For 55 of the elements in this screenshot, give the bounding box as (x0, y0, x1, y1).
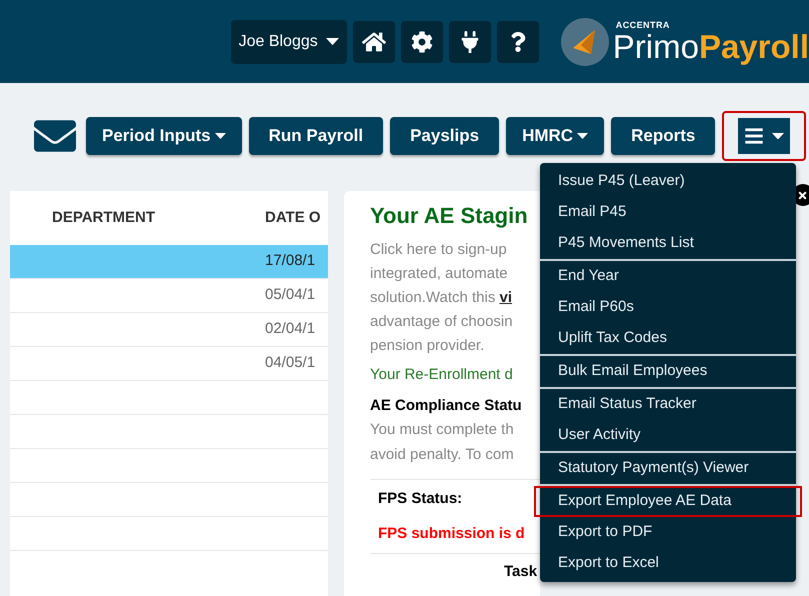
menu-item[interactable]: User Activity (540, 420, 796, 451)
table-row[interactable]: 17/08/1 (10, 245, 328, 279)
dropdown-button[interactable]: HMRC (506, 117, 604, 155)
caret-icon (577, 132, 588, 140)
intro-text: pension provider. (370, 336, 486, 356)
caret-icon (214, 132, 226, 140)
menu-button[interactable] (722, 111, 806, 161)
logo-text: PrimoPayroll (612, 30, 809, 62)
menu-item[interactable]: Export to PDF (540, 517, 796, 548)
menu-item[interactable]: Statutory Payment(s) Viewer (540, 453, 796, 484)
settings-button[interactable] (400, 20, 443, 62)
tasks-label: Task (504, 563, 538, 580)
intro-text: integrated, automate (370, 264, 509, 284)
plug-button[interactable] (448, 20, 491, 62)
fps-message: FPS submission is d (378, 524, 526, 544)
menu-item[interactable]: Bulk Email Employees (540, 356, 796, 387)
table-cell-text: 04/05/1 (265, 353, 316, 374)
intro-text: Click here to sign-up (370, 240, 508, 260)
menu-item[interactable]: Uplift Tax Codes (540, 323, 796, 354)
toolbar-button[interactable]: Payslips (390, 117, 500, 155)
toolbar-button[interactable]: Reports (611, 117, 716, 155)
help-button[interactable] (496, 20, 539, 62)
menu-item[interactable]: Export Employee AE Data (534, 486, 802, 517)
panel-title: Your AE Stagin (370, 202, 529, 230)
intro-text: solution.Watch this vi (370, 288, 514, 308)
caret-icon (772, 132, 784, 140)
dropdown-button[interactable]: Period Inputs (86, 117, 242, 155)
menu-item[interactable]: Issue P45 (Leaver) (540, 166, 796, 197)
compliance-text: You must complete th (370, 420, 515, 440)
user-menu-button[interactable]: Joe Bloggs (230, 20, 347, 64)
menu-item[interactable]: End Year (540, 261, 796, 292)
video-link[interactable]: vi (500, 289, 512, 306)
settings-icon (410, 30, 433, 52)
table-cell-text: 05/04/1 (265, 285, 316, 306)
menu-item[interactable]: Email P60s (540, 292, 796, 323)
logo-brand: ACCENTRA (616, 20, 671, 30)
home-icon (362, 30, 386, 54)
logo-icon (560, 18, 609, 66)
menu-item[interactable]: P45 Movements List (540, 228, 796, 259)
compliance-title: AE Compliance Statu (370, 396, 523, 416)
home-button[interactable] (352, 20, 395, 62)
menu-item[interactable]: Email P45 (540, 197, 796, 228)
fps-status-label: FPS Status: (378, 489, 464, 509)
column-header: DATE O (265, 208, 321, 228)
toolbar-button[interactable]: Run Payroll (248, 117, 384, 155)
menu-icon (744, 126, 764, 146)
menu-item[interactable]: Export to Excel (540, 548, 796, 579)
table-cell-text: 02/04/1 (265, 319, 316, 340)
column-header: DEPARTMENT (51, 208, 156, 228)
compliance-text: avoid penalty. To com (370, 445, 515, 465)
menu-item[interactable]: Email Status Tracker (540, 389, 796, 420)
caret-icon (326, 38, 339, 46)
re-enrollment-text: Your Re-Enrollment d (370, 365, 514, 385)
intro-text: advantage of choosin (370, 312, 514, 332)
table-cell-text: 17/08/1 (265, 251, 316, 272)
